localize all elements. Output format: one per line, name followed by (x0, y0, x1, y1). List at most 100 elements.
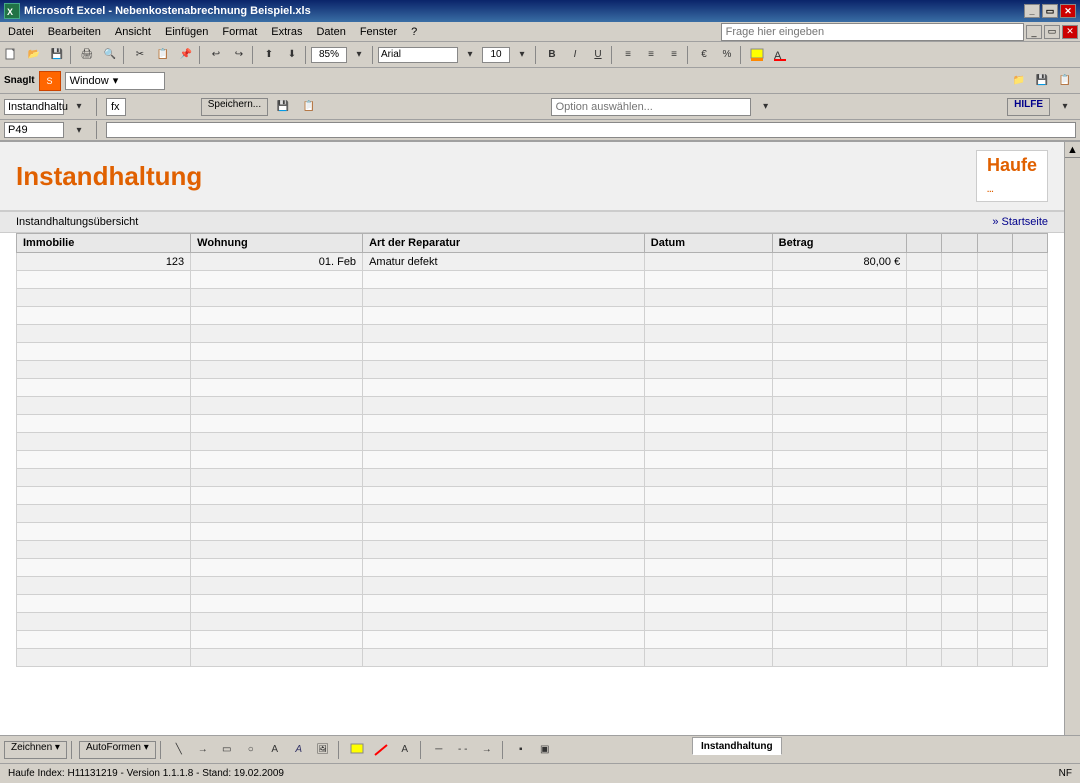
table-cell[interactable] (977, 451, 1012, 469)
table-cell[interactable] (1012, 505, 1047, 523)
table-cell[interactable] (644, 631, 772, 649)
menu-einfuegen[interactable]: Einfügen (159, 25, 214, 39)
table-row[interactable] (17, 505, 1048, 523)
draw-clipart-tool[interactable]: 🖼 (312, 740, 334, 760)
table-cell[interactable] (977, 343, 1012, 361)
restore-button[interactable]: ▭ (1042, 4, 1058, 18)
table-cell[interactable] (1012, 307, 1047, 325)
table-cell[interactable] (363, 505, 645, 523)
table-cell[interactable] (907, 271, 942, 289)
table-cell[interactable] (1012, 649, 1047, 667)
zeichnen-dropdown[interactable]: Zeichnen ▾ (4, 741, 67, 759)
cell-ref-dropdown[interactable]: ▾ (68, 97, 90, 117)
draw-dashstyle-btn[interactable]: - - (452, 740, 474, 760)
table-cell[interactable] (1012, 613, 1047, 631)
table-cell[interactable] (17, 325, 191, 343)
table-cell[interactable] (772, 289, 907, 307)
table-cell[interactable] (772, 397, 907, 415)
table-cell[interactable] (942, 559, 977, 577)
table-cell[interactable]: Amatur defekt (363, 253, 645, 271)
table-cell[interactable] (1012, 415, 1047, 433)
table-cell[interactable] (644, 451, 772, 469)
bold-button[interactable]: B (541, 45, 563, 65)
table-cell[interactable] (772, 595, 907, 613)
table-row[interactable] (17, 631, 1048, 649)
table-cell[interactable] (942, 397, 977, 415)
table-row[interactable] (17, 523, 1048, 541)
table-cell[interactable] (363, 595, 645, 613)
menu-extras[interactable]: Extras (265, 25, 308, 39)
table-cell[interactable] (907, 415, 942, 433)
table-cell[interactable] (17, 415, 191, 433)
table-cell[interactable] (942, 505, 977, 523)
table-cell[interactable] (942, 469, 977, 487)
table-cell[interactable] (907, 397, 942, 415)
table-cell[interactable] (644, 379, 772, 397)
undo-button[interactable]: ↩ (205, 45, 227, 65)
minimize-button[interactable]: _ (1024, 4, 1040, 18)
draw-wordart-tool[interactable]: A (288, 740, 310, 760)
table-cell[interactable] (363, 361, 645, 379)
table-cell[interactable] (191, 343, 363, 361)
table-cell[interactable] (191, 415, 363, 433)
table-cell[interactable] (1012, 595, 1047, 613)
table-row[interactable] (17, 325, 1048, 343)
table-cell[interactable] (17, 271, 191, 289)
table-row[interactable] (17, 289, 1048, 307)
table-row[interactable] (17, 451, 1048, 469)
table-cell[interactable]: 80,00 € (772, 253, 907, 271)
table-cell[interactable] (977, 559, 1012, 577)
print-button[interactable]: 🖨 (76, 45, 98, 65)
align-center-button[interactable]: ≡ (640, 45, 662, 65)
table-cell[interactable] (907, 523, 942, 541)
table-row[interactable] (17, 343, 1048, 361)
draw-rect-tool[interactable]: ▭ (216, 740, 238, 760)
table-cell[interactable] (907, 649, 942, 667)
table-cell[interactable] (644, 307, 772, 325)
table-cell[interactable] (644, 289, 772, 307)
table-cell[interactable] (907, 361, 942, 379)
table-cell[interactable] (363, 289, 645, 307)
table-cell[interactable] (942, 307, 977, 325)
tb-icon3[interactable]: 📋 (1054, 71, 1076, 91)
table-row[interactable] (17, 271, 1048, 289)
draw-textbox-tool[interactable]: A (264, 740, 286, 760)
table-row[interactable] (17, 649, 1048, 667)
table-cell[interactable] (17, 631, 191, 649)
startseite-link[interactable]: » Startseite (992, 216, 1048, 228)
table-cell[interactable] (907, 307, 942, 325)
table-cell[interactable] (17, 577, 191, 595)
table-cell[interactable] (772, 433, 907, 451)
table-cell[interactable] (1012, 541, 1047, 559)
table-cell[interactable] (907, 487, 942, 505)
table-cell[interactable] (772, 487, 907, 505)
table-row[interactable] (17, 559, 1048, 577)
table-cell[interactable] (644, 523, 772, 541)
table-cell[interactable] (363, 307, 645, 325)
table-cell[interactable] (363, 559, 645, 577)
table-cell[interactable] (17, 451, 191, 469)
option-dropdown[interactable] (551, 98, 751, 116)
table-cell[interactable] (644, 469, 772, 487)
table-cell[interactable] (772, 631, 907, 649)
table-cell[interactable] (1012, 397, 1047, 415)
table-cell[interactable] (977, 415, 1012, 433)
draw-fontcolor-btn[interactable]: A (394, 740, 416, 760)
table-cell[interactable] (942, 577, 977, 595)
table-cell[interactable] (644, 433, 772, 451)
table-cell[interactable] (977, 649, 1012, 667)
option-dropdown-btn[interactable]: ▾ (755, 97, 777, 117)
font-color-button[interactable]: A (769, 45, 791, 65)
table-cell[interactable] (907, 433, 942, 451)
table-cell[interactable] (977, 361, 1012, 379)
table-cell[interactable] (644, 271, 772, 289)
table-cell[interactable] (907, 613, 942, 631)
table-cell[interactable] (363, 469, 645, 487)
table-cell[interactable] (644, 415, 772, 433)
table-cell[interactable] (907, 379, 942, 397)
table-row[interactable] (17, 541, 1048, 559)
table-row[interactable] (17, 415, 1048, 433)
table-cell[interactable] (907, 343, 942, 361)
formula-input[interactable] (106, 122, 1076, 138)
table-cell[interactable] (942, 523, 977, 541)
